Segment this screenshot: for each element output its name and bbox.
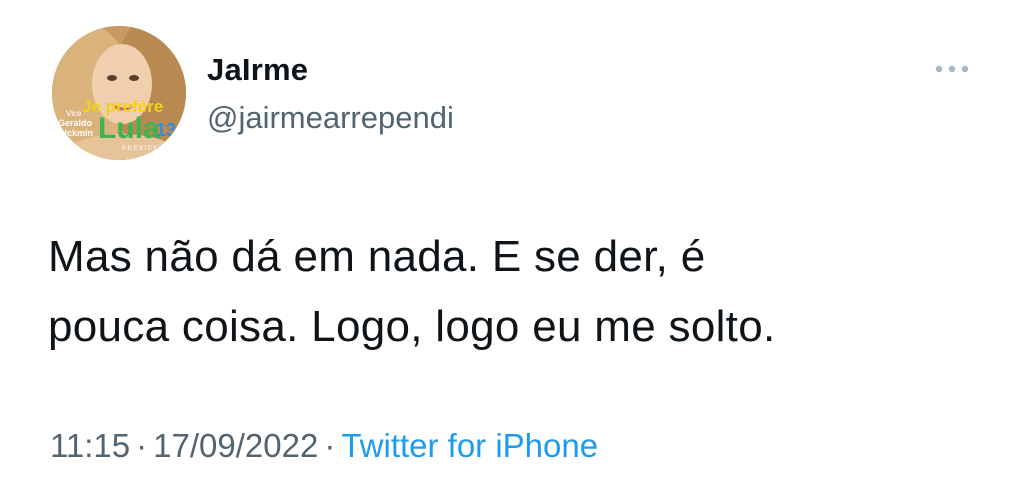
avatar-overlay-role: PRESIDENTE <box>122 146 175 152</box>
avatar-overlay-line2: Lula <box>98 112 160 145</box>
author-block: JaIrme @jairmearrependi <box>207 50 454 138</box>
more-horizontal-icon <box>935 65 969 73</box>
avatar-overlay-vice-label: Vice <box>66 109 82 118</box>
avatar-overlay-number: 13 <box>156 120 176 140</box>
tweet-meta: 11:15 · 17/09/2022 · Twitter for iPhone <box>50 424 598 468</box>
avatar[interactable]: Vice Geraldo Alckmin Je prefère Lula 13 … <box>52 26 186 160</box>
more-button[interactable] <box>932 58 972 80</box>
display-name[interactable]: JaIrme <box>207 50 454 90</box>
avatar-overlay-vice-name-1: Geraldo <box>58 118 93 128</box>
avatar-image: Vice Geraldo Alckmin Je prefère Lula 13 … <box>52 26 186 160</box>
tweet-source-link[interactable]: Twitter for iPhone <box>341 427 598 464</box>
meta-separator: · <box>136 427 148 464</box>
avatar-overlay-vice-name-2: Alckmin <box>58 128 93 138</box>
handle[interactable]: @jairmearrependi <box>207 98 454 138</box>
tweet-date[interactable]: 17/09/2022 <box>153 427 318 464</box>
tweet-time[interactable]: 11:15 <box>50 427 130 464</box>
tweet-text: Mas não dá em nada. E se der, é pouca co… <box>48 232 776 351</box>
meta-separator: · <box>324 427 336 464</box>
tweet: Vice Geraldo Alckmin Je prefère Lula 13 … <box>0 0 1024 495</box>
